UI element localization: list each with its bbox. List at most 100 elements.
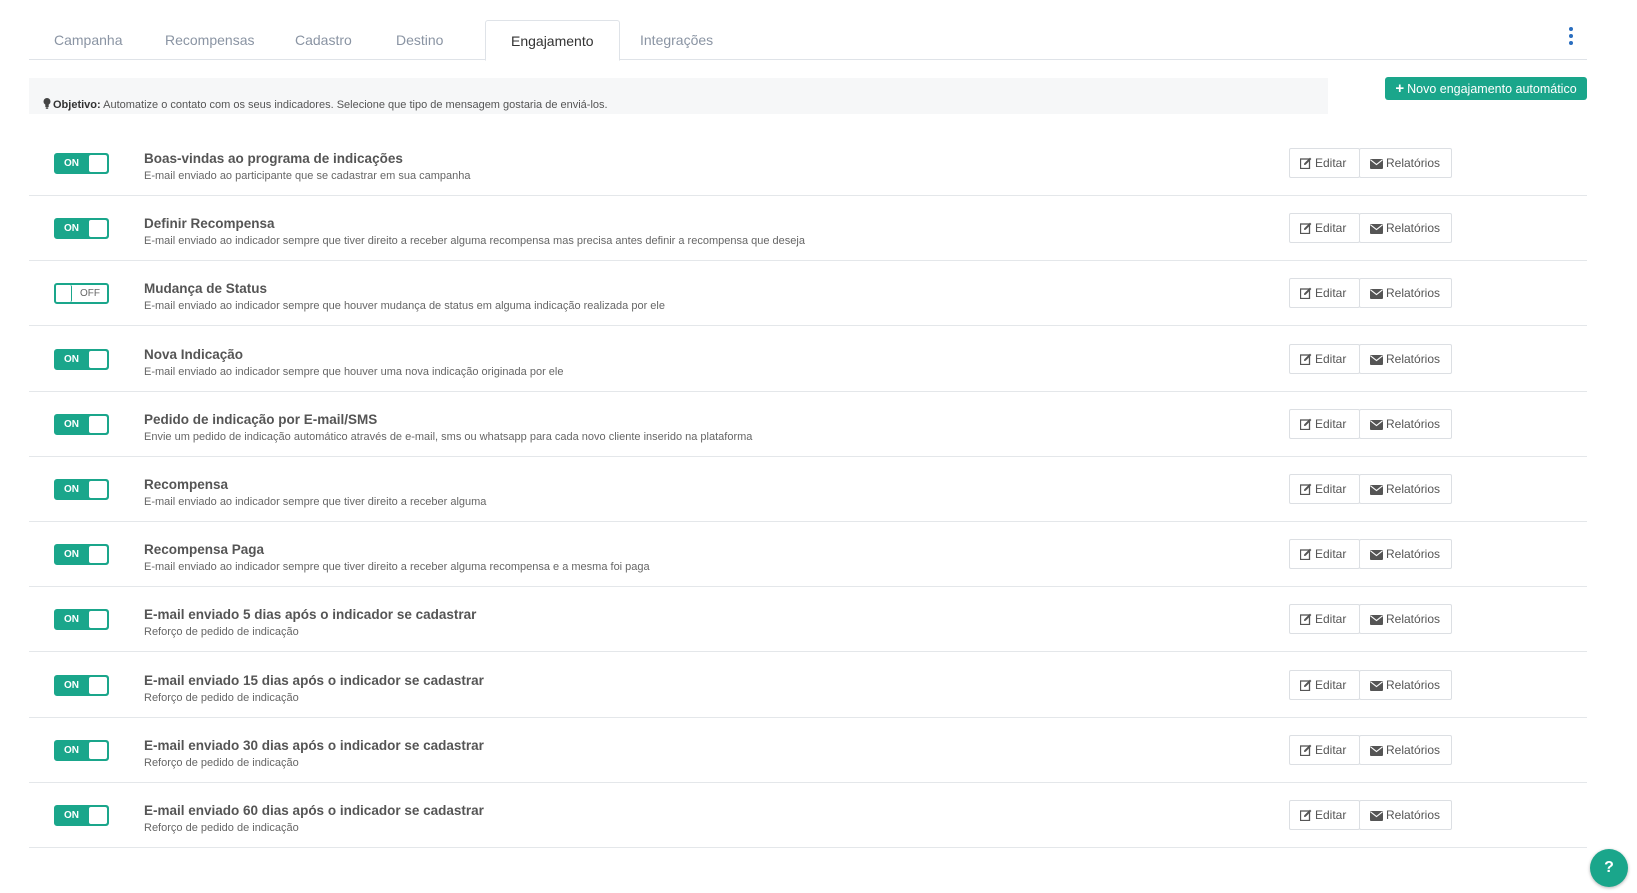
- envelope-icon: [1370, 420, 1383, 430]
- reports-label: Relatórios: [1386, 352, 1441, 366]
- engagement-toggle[interactable]: ON: [54, 544, 109, 565]
- engagement-title: Nova Indicação: [144, 347, 244, 362]
- edit-button[interactable]: Editar: [1289, 670, 1360, 700]
- edit-label: Editar: [1315, 221, 1347, 235]
- reports-label: Relatórios: [1386, 743, 1441, 757]
- reports-button[interactable]: Relatórios: [1359, 474, 1452, 504]
- edit-button[interactable]: Editar: [1289, 474, 1360, 504]
- toggle-state: ON: [64, 419, 79, 430]
- engagement-title: Definir Recompensa: [144, 216, 275, 231]
- edit-button[interactable]: Editar: [1289, 148, 1360, 178]
- engagement-toggle[interactable]: ON: [54, 218, 109, 239]
- engagement-title: Boas-vindas ao programa de indicações: [144, 151, 403, 166]
- reports-label: Relatórios: [1386, 612, 1441, 626]
- engagement-row: ON Recompensa Paga E-mail enviado ao indic…: [29, 519, 1587, 587]
- reports-label: Relatórios: [1386, 808, 1441, 822]
- engagement-row: ON Nova Indicação E-mail enviado ao indica…: [29, 324, 1587, 392]
- envelope-icon: [1370, 289, 1383, 299]
- new-automatic-engagement-button[interactable]: + Novo engajamento automático: [1385, 77, 1587, 100]
- engagement-toggle[interactable]: ON: [54, 349, 109, 370]
- edit-button[interactable]: Editar: [1289, 409, 1360, 439]
- engagement-toggle[interactable]: ON: [54, 414, 109, 435]
- engagement-toggle[interactable]: OFF: [54, 283, 109, 304]
- edit-button[interactable]: Editar: [1289, 604, 1360, 634]
- envelope-icon: [1370, 615, 1383, 625]
- reports-button[interactable]: Relatórios: [1359, 604, 1452, 634]
- tab-campanha[interactable]: Campanha: [29, 20, 148, 61]
- edit-button[interactable]: Editar: [1289, 213, 1360, 243]
- tab-bar: Campanha Recompensas Cadastro Destino En…: [29, 18, 1587, 61]
- edit-label: Editar: [1315, 808, 1347, 822]
- edit-button[interactable]: Editar: [1289, 800, 1360, 830]
- edit-icon: [1299, 744, 1312, 757]
- edit-button[interactable]: Editar: [1289, 735, 1360, 765]
- reports-label: Relatórios: [1386, 286, 1441, 300]
- edit-icon: [1299, 613, 1312, 626]
- engagement-row: ON Boas-vindas ao programa de indicações E…: [29, 128, 1587, 196]
- plus-icon: +: [1395, 80, 1405, 97]
- reports-label: Relatórios: [1386, 482, 1441, 496]
- objective-text: Automatize o contato com os seus indicad…: [103, 99, 608, 111]
- edit-label: Editar: [1315, 612, 1347, 626]
- engagement-description: Reforço de pedido de indicação: [144, 822, 299, 834]
- tab-destino[interactable]: Destino: [371, 20, 468, 61]
- engagement-title: Mudança de Status: [144, 281, 268, 296]
- engagement-description: E-mail enviado ao indicador sempre que h…: [144, 366, 564, 378]
- reports-button[interactable]: Relatórios: [1359, 409, 1452, 439]
- engagement-row: ON E-mail enviado 5 dias após o indicador…: [29, 584, 1587, 652]
- envelope-icon: [1370, 485, 1383, 495]
- engagement-toggle[interactable]: ON: [54, 479, 109, 500]
- reports-button[interactable]: Relatórios: [1359, 539, 1452, 569]
- engagement-description: E-mail enviado ao participante que se ca…: [144, 170, 471, 182]
- edit-button[interactable]: Editar: [1289, 278, 1360, 308]
- edit-label: Editar: [1315, 156, 1347, 170]
- edit-icon: [1299, 222, 1312, 235]
- tab-integracoes[interactable]: Integrações: [615, 20, 738, 61]
- reports-label: Relatórios: [1386, 417, 1441, 431]
- help-button[interactable]: ?: [1590, 849, 1628, 887]
- engagement-toggle[interactable]: ON: [54, 675, 109, 696]
- reports-label: Relatórios: [1386, 678, 1441, 692]
- engagement-toggle[interactable]: ON: [54, 805, 109, 826]
- toggle-state: ON: [64, 810, 79, 821]
- engagement-title: Pedido de indicação por E-mail/SMS: [144, 412, 378, 427]
- edit-icon: [1299, 679, 1312, 692]
- edit-label: Editar: [1315, 743, 1347, 757]
- reports-button[interactable]: Relatórios: [1359, 344, 1452, 374]
- engagement-description: Reforço de pedido de indicação: [144, 626, 299, 638]
- reports-button[interactable]: Relatórios: [1359, 278, 1452, 308]
- kebab-menu-icon[interactable]: [1566, 27, 1576, 47]
- tab-recompensas[interactable]: Recompensas: [140, 20, 280, 61]
- edit-label: Editar: [1315, 417, 1347, 431]
- engagement-row: ON Recompensa E-mail enviado ao indicador …: [29, 454, 1587, 522]
- reports-button[interactable]: Relatórios: [1359, 670, 1452, 700]
- edit-icon: [1299, 353, 1312, 366]
- edit-label: Editar: [1315, 547, 1347, 561]
- toggle-state: ON: [64, 549, 79, 560]
- edit-icon: [1299, 809, 1312, 822]
- envelope-icon: [1370, 550, 1383, 560]
- objective-banner: Objetivo: Automatize o contato com os se…: [29, 78, 1328, 114]
- reports-button[interactable]: Relatórios: [1359, 148, 1452, 178]
- engagement-title: E-mail enviado 30 dias após o indicador …: [144, 738, 484, 753]
- envelope-icon: [1370, 355, 1383, 365]
- engagement-row: ON Pedido de indicação por E-mail/SMS Envi…: [29, 389, 1587, 457]
- engagement-row: ON E-mail enviado 30 dias após o indicado…: [29, 715, 1587, 783]
- engagement-toggle[interactable]: ON: [54, 740, 109, 761]
- toggle-state: ON: [64, 484, 79, 495]
- reports-button[interactable]: Relatórios: [1359, 213, 1452, 243]
- engagement-description: E-mail enviado ao indicador sempre que t…: [144, 496, 487, 508]
- engagement-title: E-mail enviado 60 dias após o indicador …: [144, 803, 484, 818]
- tab-cadastro[interactable]: Cadastro: [270, 20, 377, 61]
- edit-button[interactable]: Editar: [1289, 344, 1360, 374]
- engagement-title: Recompensa Paga: [144, 542, 265, 557]
- engagement-title: E-mail enviado 15 dias após o indicador …: [144, 673, 484, 688]
- reports-button[interactable]: Relatórios: [1359, 735, 1452, 765]
- toggle-state: ON: [64, 354, 79, 365]
- reports-button[interactable]: Relatórios: [1359, 800, 1452, 830]
- toggle-state: ON: [64, 614, 79, 625]
- engagement-toggle[interactable]: ON: [54, 609, 109, 630]
- edit-button[interactable]: Editar: [1289, 539, 1360, 569]
- engagement-toggle[interactable]: ON: [54, 153, 109, 174]
- tab-engajamento[interactable]: Engajamento: [485, 20, 620, 61]
